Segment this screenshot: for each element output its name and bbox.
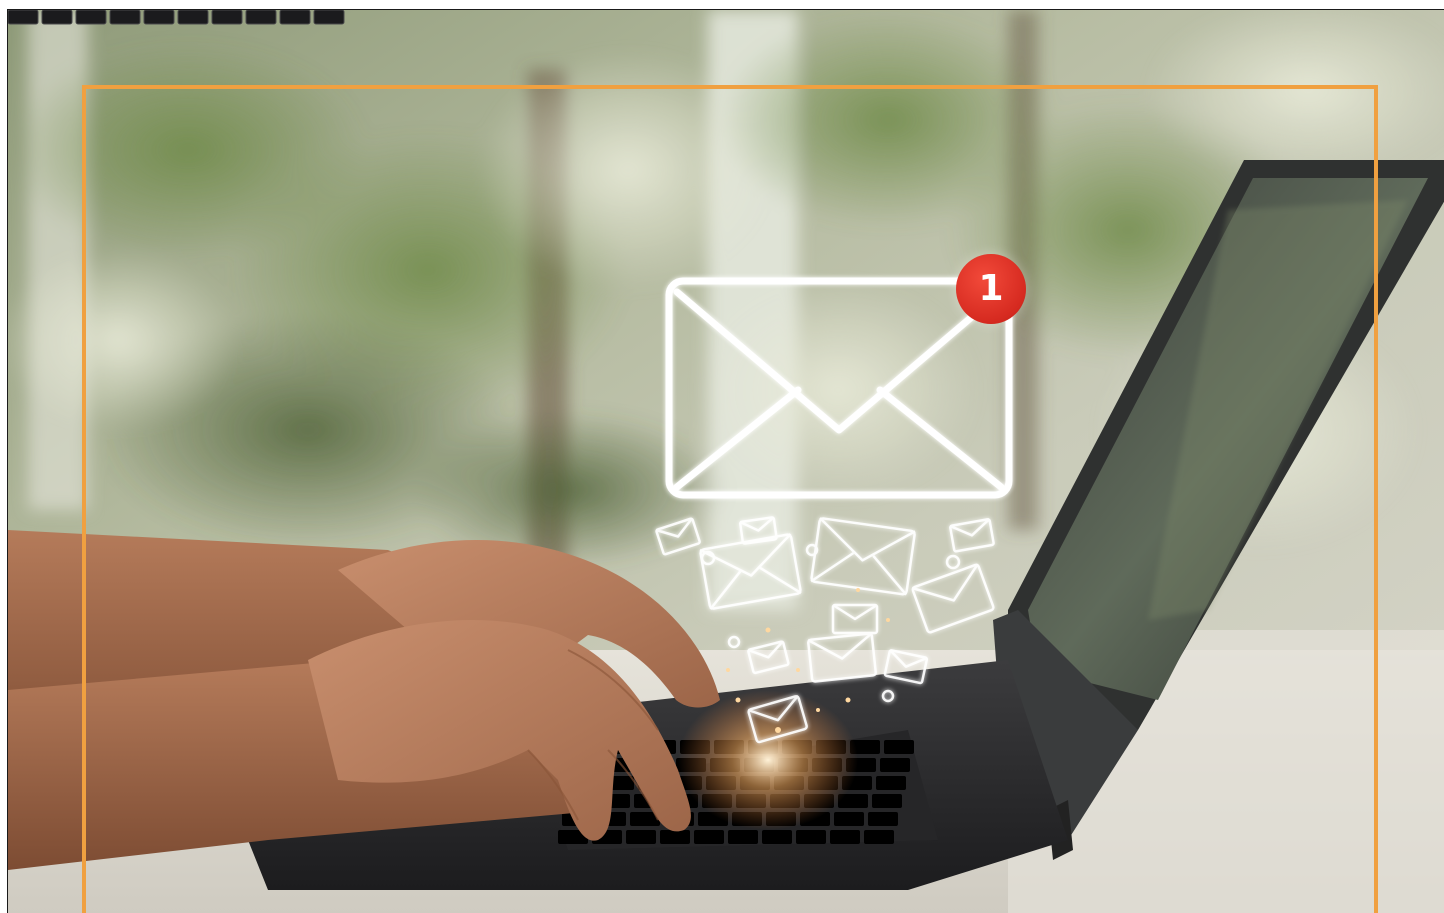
background-photo xyxy=(7,9,1444,913)
notification-badge: 1 xyxy=(956,254,1026,324)
photo-frame: 1 xyxy=(0,0,1444,913)
notification-count: 1 xyxy=(978,268,1004,309)
